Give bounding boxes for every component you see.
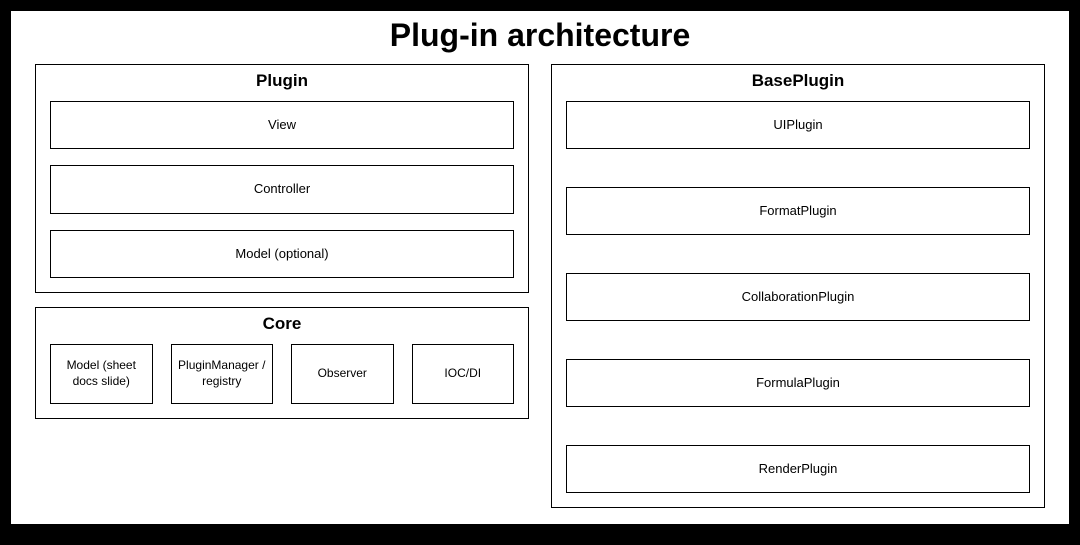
- left-column: Plugin View Controller Model (optional) …: [35, 64, 529, 508]
- columns: Plugin View Controller Model (optional) …: [35, 64, 1045, 508]
- core-row: Model (sheet docs slide) PluginManager /…: [50, 344, 514, 404]
- core-model-box: Model (sheet docs slide): [50, 344, 153, 404]
- core-panel-title: Core: [50, 314, 514, 334]
- diagram-title: Plug-in architecture: [35, 17, 1045, 54]
- right-column: BasePlugin UIPlugin FormatPlugin Collabo…: [551, 64, 1045, 508]
- formulaplugin-box: FormulaPlugin: [566, 359, 1030, 407]
- plugin-model-box: Model (optional): [50, 230, 514, 278]
- collaborationplugin-box: CollaborationPlugin: [566, 273, 1030, 321]
- core-observer-box: Observer: [291, 344, 394, 404]
- baseplugin-panel-title: BasePlugin: [566, 71, 1030, 91]
- plugin-controller-box: Controller: [50, 165, 514, 213]
- renderplugin-box: RenderPlugin: [566, 445, 1030, 493]
- diagram-frame: Plug-in architecture Plugin View Control…: [10, 10, 1070, 525]
- plugin-view-box: View: [50, 101, 514, 149]
- plugin-panel: Plugin View Controller Model (optional): [35, 64, 529, 293]
- formatplugin-box: FormatPlugin: [566, 187, 1030, 235]
- plugin-panel-title: Plugin: [50, 71, 514, 91]
- plugin-stack: View Controller Model (optional): [50, 101, 514, 278]
- baseplugin-stack: UIPlugin FormatPlugin CollaborationPlugi…: [566, 101, 1030, 493]
- uiplugin-box: UIPlugin: [566, 101, 1030, 149]
- core-pluginmanager-box: PluginManager / registry: [171, 344, 274, 404]
- core-panel: Core Model (sheet docs slide) PluginMana…: [35, 307, 529, 419]
- core-iocdi-box: IOC/DI: [412, 344, 515, 404]
- baseplugin-panel: BasePlugin UIPlugin FormatPlugin Collabo…: [551, 64, 1045, 508]
